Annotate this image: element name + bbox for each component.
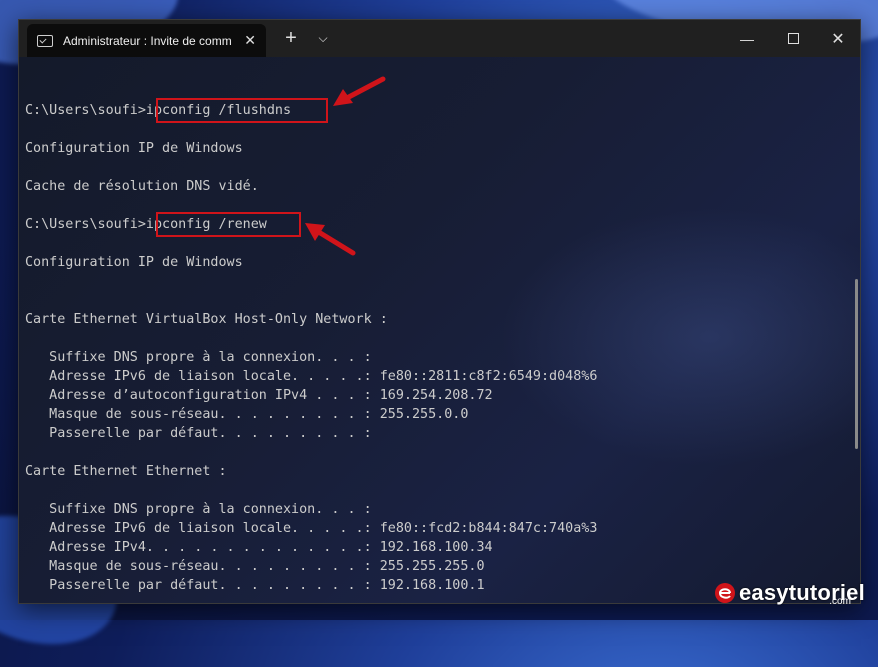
console-output[interactable]: C:\Users\soufi>ipconfig /flushdns Config… xyxy=(19,57,860,603)
console-line: Masque de sous-réseau. . . . . . . . . :… xyxy=(25,559,485,574)
console-line: Adresse IPv6 de liaison locale. . . . .:… xyxy=(25,521,598,536)
console-line: Configuration IP de Windows xyxy=(25,255,243,270)
console-line: Configuration IP de Windows xyxy=(25,141,243,156)
maximize-button[interactable] xyxy=(770,20,816,57)
console-line: Adresse d’autoconfiguration IPv4 . . . :… xyxy=(25,388,493,403)
console-line: Adresse IPv4. . . . . . . . . . . . . .:… xyxy=(25,540,493,555)
console-line: Passerelle par défaut. . . . . . . . . :… xyxy=(25,578,485,593)
easytutoriel-logo-icon xyxy=(715,583,735,603)
console-line: Passerelle par défaut. . . . . . . . . : xyxy=(25,426,372,441)
watermark: easytutoriel .com xyxy=(714,580,865,614)
highlight-flushdns-box xyxy=(156,98,328,123)
red-arrow-icon xyxy=(333,76,386,106)
console-line: Suffixe DNS propre à la connexion. . . : xyxy=(25,350,372,365)
console-line: Carte Ethernet VirtualBox Host-Only Netw… xyxy=(25,312,388,327)
minimize-button[interactable]: — xyxy=(724,20,770,57)
chevron-down-icon[interactable]: ⌵ xyxy=(309,20,337,57)
cmd-icon xyxy=(37,34,53,47)
console-line: Suffixe DNS propre à la connexion. . . : xyxy=(25,502,372,517)
console-line: Cache de résolution DNS vidé. xyxy=(25,179,259,194)
tab-command-prompt[interactable]: Administrateur : Invite de commandes ✕ xyxy=(27,24,266,57)
console-line: Carte Ethernet Ethernet : xyxy=(25,464,227,479)
maximize-icon xyxy=(787,33,799,44)
highlight-renew-box xyxy=(156,212,301,237)
red-arrow-icon xyxy=(305,223,356,256)
new-tab-button[interactable]: + xyxy=(277,20,305,57)
console-line: Adresse IPv6 de liaison locale. . . . .:… xyxy=(25,369,598,384)
tab-close-icon[interactable]: ✕ xyxy=(244,32,256,48)
tab-title: Administrateur : Invite de commandes xyxy=(63,33,231,48)
console-line: Masque de sous-réseau. . . . . . . . . :… xyxy=(25,407,469,422)
scrollbar[interactable] xyxy=(855,279,858,449)
title-bar: Administrateur : Invite de commandes ✕ +… xyxy=(19,20,860,57)
terminal-window: Administrateur : Invite de commandes ✕ +… xyxy=(18,19,861,604)
watermark-suffix: .com xyxy=(829,596,851,607)
close-button[interactable]: ✕ xyxy=(816,20,860,57)
